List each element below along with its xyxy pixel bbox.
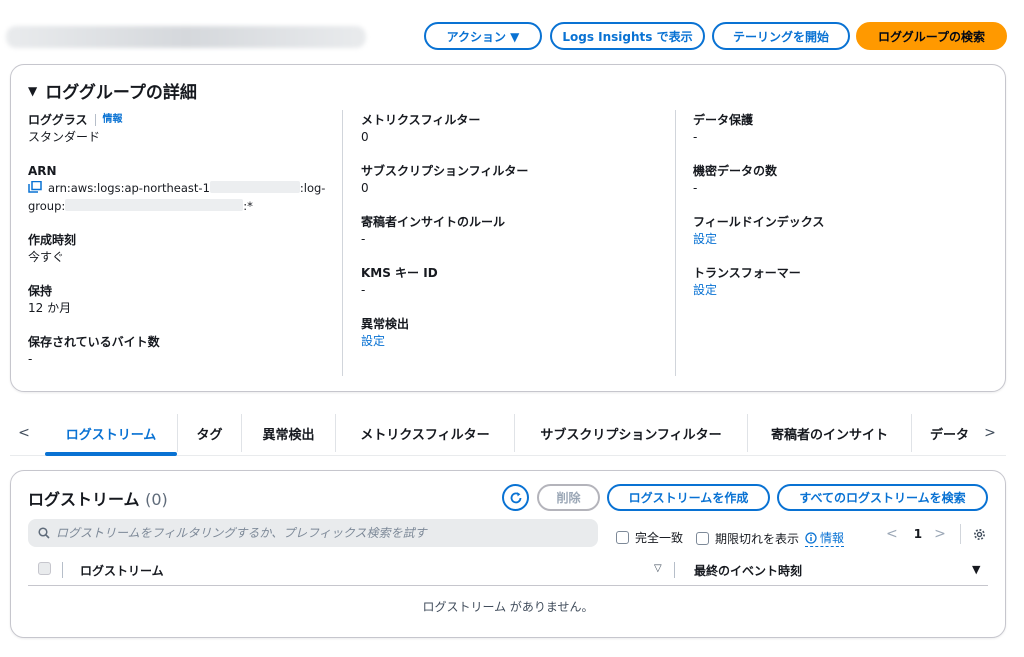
show-expired-info-label: 情報 xyxy=(820,531,845,545)
stored-bytes-value: - xyxy=(28,352,33,366)
tab-metric-filters[interactable]: メトリクスフィルター xyxy=(336,410,514,456)
arn-value: arn:aws:logs:ap-northeast-1 :log-group: :* xyxy=(28,179,338,215)
separator xyxy=(94,114,96,126)
tab-tags[interactable]: タグ xyxy=(178,410,241,456)
redacted-log-group-name xyxy=(6,26,366,48)
select-all-checkbox[interactable] xyxy=(38,562,51,575)
page-number[interactable]: 1 xyxy=(914,527,922,541)
previous-page-icon[interactable]: < xyxy=(886,526,898,542)
log-streams-count: (0) xyxy=(145,490,168,509)
kms-key-label: KMS キー ID xyxy=(361,266,438,280)
tab-contributor-insights[interactable]: 寄稿者のインサイト xyxy=(748,410,911,456)
log-streams-heading: ログストリーム (0) xyxy=(28,486,168,510)
header-separator xyxy=(62,562,63,578)
show-expired-box[interactable] xyxy=(696,531,709,545)
log-stream-filter-input[interactable] xyxy=(56,526,576,540)
empty-state-message: ログストリーム がありません。 xyxy=(422,600,594,614)
tabs-scroll-right-icon[interactable]: > xyxy=(980,410,1000,456)
field-index-label: フィールドインデックス xyxy=(693,215,825,229)
tab-bar: < ログストリーム タグ 異常検出 メトリクスフィルター サブスクリプションフィ… xyxy=(10,410,1006,456)
subscription-filters-label: サブスクリプションフィルター xyxy=(361,164,529,178)
arn-label: ARN xyxy=(28,164,57,178)
gear-icon[interactable] xyxy=(973,528,986,541)
metric-filters-label: メトリクスフィルター xyxy=(361,113,481,127)
search-log-group-button[interactable]: ロググループの検索 xyxy=(856,22,1007,50)
details-title: ロググループの詳細 xyxy=(45,83,197,103)
anomaly-detection-configure-link[interactable]: 設定 xyxy=(361,332,661,350)
sort-desc-icon[interactable]: ▼ xyxy=(972,563,980,576)
active-tab-indicator xyxy=(45,452,177,456)
show-expired-label: 期限切れを表示 xyxy=(715,531,800,546)
refresh-icon xyxy=(510,491,521,503)
tab-subscription-filters[interactable]: サブスクリプションフィルター xyxy=(515,410,747,456)
sort-caret-icon[interactable]: ▽ xyxy=(654,563,662,574)
tab-anomaly-detection[interactable]: 異常検出 xyxy=(242,410,335,456)
tabs-scroll-left-icon[interactable]: < xyxy=(14,410,34,456)
details-column-1: ロググラス 情報 スタンダード ARN arn:aws:logs:ap-north… xyxy=(28,112,338,385)
show-expired-checkbox[interactable]: 期限切れを表示 情報 xyxy=(696,529,845,547)
transformer-configure-link[interactable]: 設定 xyxy=(693,281,993,299)
log-streams-title: ログストリーム xyxy=(28,490,140,509)
header-separator xyxy=(674,562,675,578)
redacted-account xyxy=(209,181,300,193)
log-stream-filter[interactable] xyxy=(28,519,598,547)
retention-label: 保持 xyxy=(28,284,53,298)
view-in-logs-insights-button[interactable]: Logs Insights で表示 xyxy=(550,22,705,50)
tab-data-protection-label: データ xyxy=(930,427,970,443)
arn-text-2: :log- xyxy=(299,181,326,195)
show-expired-info-link[interactable]: 情報 xyxy=(805,529,845,547)
search-all-log-streams-button[interactable]: すべてのログストリームを検索 xyxy=(777,484,988,511)
pager-separator xyxy=(959,524,961,544)
column-header-log-stream[interactable]: ログストリーム xyxy=(80,562,164,579)
field-index-configure-link[interactable]: 設定 xyxy=(693,230,993,248)
caret-down-icon: ▼ xyxy=(28,83,38,98)
arn-text-4: :* xyxy=(243,199,253,213)
search-icon xyxy=(38,527,50,539)
sensitive-data-count-label: 機密データの数 xyxy=(693,164,778,178)
retention-value: 12 か月 xyxy=(28,301,72,315)
stored-bytes-label: 保存されているバイト数 xyxy=(28,335,160,349)
tab-log-streams[interactable]: ログストリーム xyxy=(45,410,177,456)
info-link[interactable]: 情報 xyxy=(103,112,123,128)
start-tailing-button[interactable]: テーリングを開始 xyxy=(712,22,850,50)
log-class-value: スタンダード xyxy=(28,130,101,144)
exact-match-checkbox[interactable]: 完全一致 xyxy=(616,529,683,546)
exact-match-box[interactable] xyxy=(616,531,629,544)
next-page-icon[interactable]: > xyxy=(934,526,946,542)
log-streams-table-header: ログストリーム ▽ 最終のイベント時刻 ▼ xyxy=(28,558,988,586)
exact-match-label: 完全一致 xyxy=(635,531,684,545)
contributor-rules-label: 寄稿者インサイトのルール xyxy=(361,215,506,229)
subscription-filters-value: 0 xyxy=(361,181,369,195)
actions-button[interactable]: アクション ▼ xyxy=(424,22,542,50)
created-value: 今すぐ xyxy=(28,250,65,264)
details-column-2: メトリクスフィルター 0 サブスクリプションフィルター 0 寄稿者インサイトのル… xyxy=(361,112,661,367)
log-class-label: ロググラス xyxy=(28,113,88,127)
column-divider xyxy=(675,110,676,376)
data-protection-value: - xyxy=(693,130,698,144)
transformer-label: トランスフォーマー xyxy=(693,266,801,280)
column-divider xyxy=(342,110,343,376)
pagination: < 1 > xyxy=(886,524,986,544)
arn-text-3: group: xyxy=(28,199,66,213)
sensitive-data-count-value: - xyxy=(693,181,698,195)
data-protection-label: データ保護 xyxy=(693,113,754,127)
details-header[interactable]: ▼ ロググループの詳細 xyxy=(28,78,197,103)
copy-icon[interactable] xyxy=(28,181,42,193)
contributor-rules-value: - xyxy=(361,232,366,246)
metric-filters-value: 0 xyxy=(361,130,369,144)
info-icon xyxy=(805,531,817,544)
anomaly-detection-label: 異常検出 xyxy=(361,317,410,331)
redacted-name xyxy=(65,199,244,211)
tab-data-protection[interactable]: データ xyxy=(912,410,974,456)
kms-key-value: - xyxy=(361,283,366,297)
create-log-stream-button[interactable]: ログストリームを作成 xyxy=(607,484,770,511)
created-label: 作成時刻 xyxy=(28,233,77,247)
column-header-last-event-time[interactable]: 最終のイベント時刻 xyxy=(694,562,802,579)
details-column-3: データ保護 - 機密データの数 - フィールドインデックス 設定 トランスフォー… xyxy=(693,112,993,316)
refresh-button[interactable] xyxy=(502,484,529,511)
arn-text-1: arn:aws:logs:ap-northeast-1 xyxy=(48,181,210,195)
delete-button[interactable]: 削除 xyxy=(537,484,600,511)
